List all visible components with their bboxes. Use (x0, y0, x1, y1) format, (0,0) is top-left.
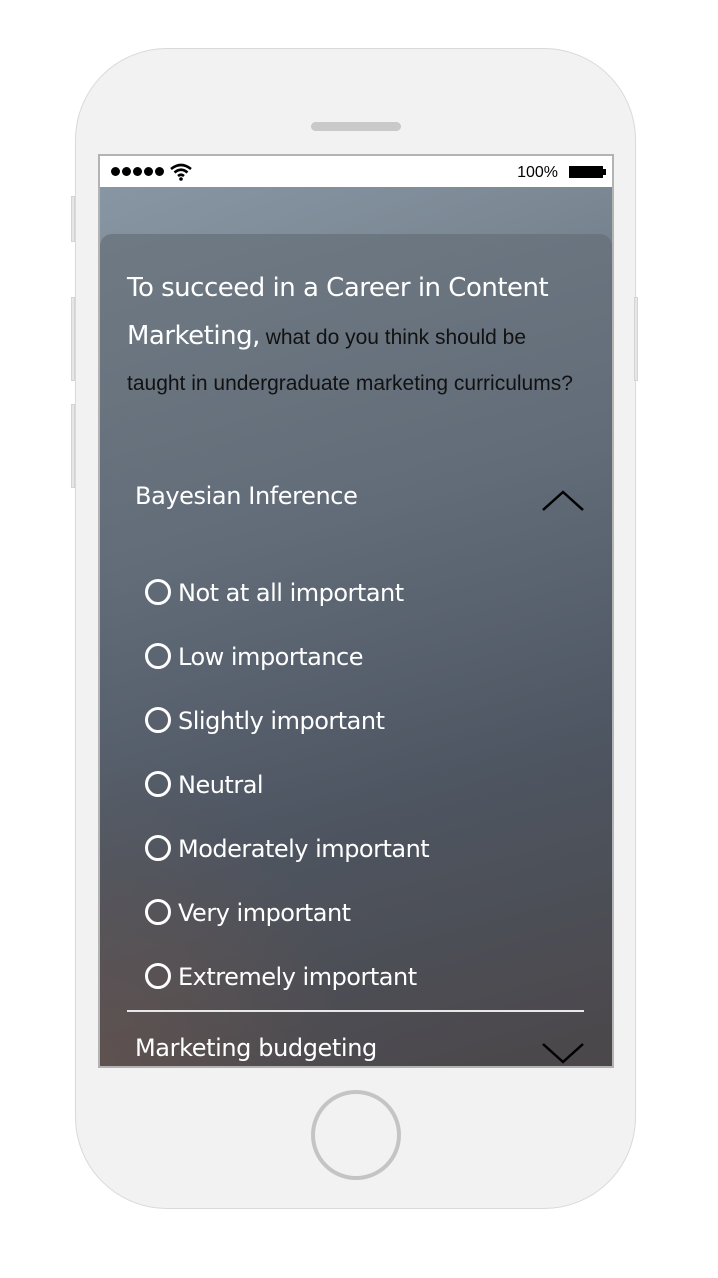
radio-button[interactable] (145, 707, 171, 733)
radio-button[interactable] (145, 963, 171, 989)
option-moderately-important[interactable]: Moderately important (145, 835, 565, 899)
option-very-important[interactable]: Very important (145, 899, 565, 963)
wifi-icon (170, 163, 192, 181)
mute-switch (71, 196, 75, 242)
question-text: To succeed in a Career in Content Market… (127, 266, 577, 408)
option-label: Extremely important (178, 963, 417, 991)
accordion-header-bayesian-inference[interactable]: Bayesian Inference (135, 482, 585, 522)
option-label: Moderately important (178, 835, 430, 863)
option-label: Slightly important (178, 707, 385, 735)
accordion-label: Marketing budgeting (135, 1034, 377, 1062)
option-label: Low importance (178, 643, 364, 671)
radio-button[interactable] (145, 835, 171, 861)
signal-icon (111, 167, 164, 176)
radio-button[interactable] (145, 771, 171, 797)
phone-screen: 100% To succeed in a Career in Content M… (98, 154, 614, 1068)
battery-tip (603, 169, 606, 175)
option-label: Neutral (178, 771, 264, 799)
status-bar: 100% (100, 156, 612, 187)
battery-icon (569, 166, 603, 178)
option-low-importance[interactable]: Low importance (145, 643, 565, 707)
accordion-divider (127, 1010, 584, 1012)
home-button[interactable] (311, 1090, 401, 1180)
option-label: Very important (178, 899, 351, 927)
option-label: Not at all important (178, 579, 404, 607)
radio-button[interactable] (145, 579, 171, 605)
option-neutral[interactable]: Neutral (145, 771, 565, 835)
option-slightly-important[interactable]: Slightly important (145, 707, 565, 771)
volume-down-button (71, 404, 75, 488)
accordion-header-marketing-budgeting[interactable]: Marketing budgeting (135, 1034, 585, 1066)
option-not-at-all-important[interactable]: Not at all important (145, 579, 565, 643)
option-list: Not at all important Low importance Slig… (145, 579, 565, 1027)
chevron-down-icon[interactable] (541, 1040, 585, 1064)
option-extremely-important[interactable]: Extremely important (145, 963, 565, 1027)
speaker-grille (311, 122, 401, 131)
radio-button[interactable] (145, 643, 171, 669)
accordion-label: Bayesian Inference (135, 482, 358, 510)
volume-up-button (71, 297, 75, 381)
survey-card: To succeed in a Career in Content Market… (100, 234, 612, 1066)
chevron-up-icon[interactable] (541, 488, 585, 512)
power-button (634, 297, 638, 381)
radio-button[interactable] (145, 899, 171, 925)
battery-percent: 100% (517, 164, 558, 181)
